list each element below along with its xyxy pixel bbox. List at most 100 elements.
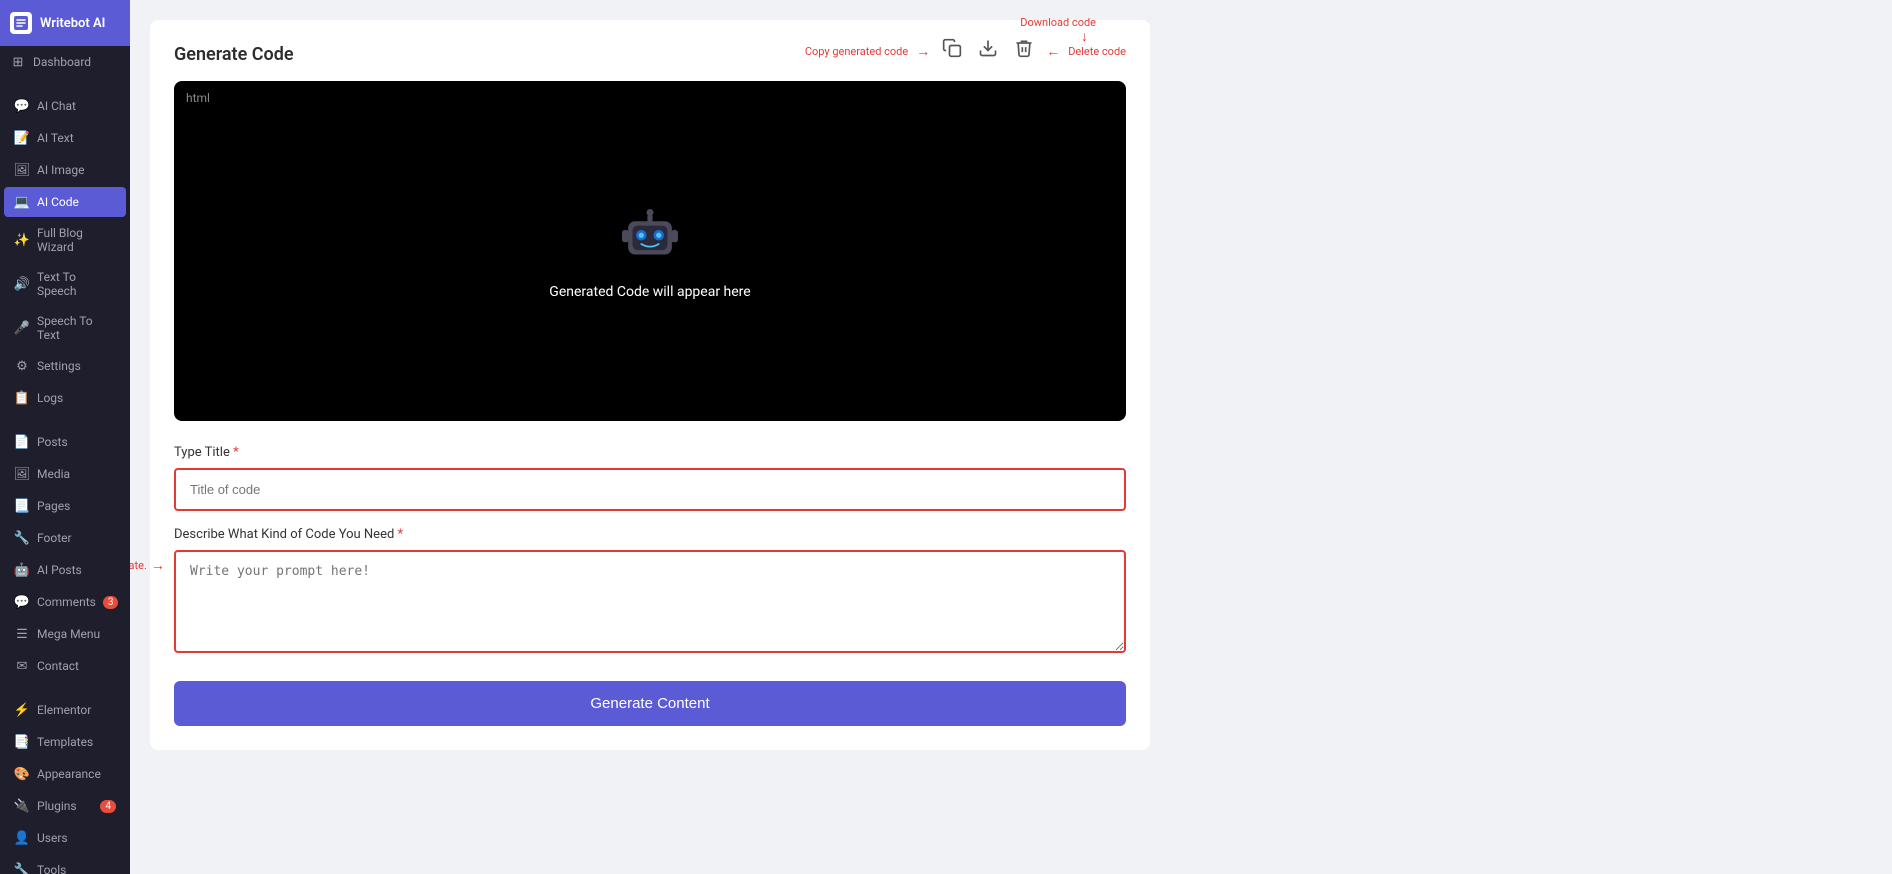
sidebar-item-elementor[interactable]: ⚡ Elementor <box>4 695 126 725</box>
sidebar-item-label: Users <box>37 831 68 845</box>
media-icon: 🖼 <box>14 466 30 482</box>
footer-icon: 🔧 <box>14 530 30 546</box>
sidebar-item-label: AI Posts <box>37 563 82 577</box>
description-label: Describe What Kind of Code You Need * <box>174 527 1126 542</box>
sidebar-item-label: Contact <box>37 659 79 673</box>
sidebar-item-comments[interactable]: 💬 Comments 3 <box>4 587 126 617</box>
page-container: Generate Code Download code ↓ Copy gener… <box>150 20 1150 750</box>
copy-code-button[interactable] <box>938 36 966 66</box>
sidebar-item-ai-code[interactable]: 💻 AI Code <box>4 187 126 217</box>
download-code-button[interactable] <box>974 36 1002 66</box>
sidebar-item-label: AI Image <box>37 163 84 177</box>
comments-icon: 💬 <box>14 594 30 610</box>
sidebar-item-label: Pages <box>37 499 70 513</box>
sidebar-item-label: Settings <box>37 359 81 373</box>
sidebar-item-speech-to-text[interactable]: 🎤 Speech To Text <box>4 307 126 349</box>
sidebar-item-plugins[interactable]: 🔌 Plugins 4 <box>4 791 126 821</box>
sidebar-item-label: Text To Speech <box>37 270 116 298</box>
code-placeholder-text: Generated Code will appear here <box>549 284 750 300</box>
sidebar-item-media[interactable]: 🖼 Media <box>4 459 126 489</box>
sidebar-item-logs[interactable]: 📋 Logs <box>4 383 126 413</box>
brand-name: Writebot AI <box>40 16 105 31</box>
stt-icon: 🎤 <box>14 320 30 336</box>
sidebar-item-label: Tools <box>37 863 66 874</box>
sidebar-brand[interactable]: Writebot AI <box>0 0 130 46</box>
main-content: Generate Code Download code ↓ Copy gener… <box>130 0 1892 874</box>
sidebar-item-appearance[interactable]: 🎨 Appearance <box>4 759 126 789</box>
title-label: Type Title * <box>174 445 1126 460</box>
sidebar-item-label: AI Chat <box>37 99 76 113</box>
sidebar-item-label: Footer <box>37 531 72 545</box>
sidebar-item-settings[interactable]: ⚙ Settings <box>4 351 126 381</box>
sidebar-item-templates[interactable]: 📑 Templates <box>4 727 126 757</box>
plugins-badge: 4 <box>100 800 116 813</box>
title-form-group: Type Title * <box>174 445 1126 511</box>
sidebar-item-ai-posts[interactable]: 🤖 AI Posts <box>4 555 126 585</box>
code-lang-label: html <box>186 91 210 105</box>
sidebar: Writebot AI ⊞ Dashboard 💬 AI Chat 📝 AI T… <box>0 0 130 874</box>
sidebar-item-full-blog-wizard[interactable]: ✨ Full Blog Wizard <box>4 219 126 261</box>
sidebar-item-label: AI Text <box>37 131 74 145</box>
ai-posts-icon: 🤖 <box>14 562 30 578</box>
sidebar-item-posts[interactable]: 📄 Posts <box>4 427 126 457</box>
sidebar-item-footer[interactable]: 🔧 Footer <box>4 523 126 553</box>
brand-icon <box>10 12 32 34</box>
sidebar-item-label: Appearance <box>37 767 101 781</box>
pages-icon: 📃 <box>14 498 30 514</box>
copy-annotation-label: Copy generated code <box>805 45 908 58</box>
ai-code-icon: 💻 <box>14 194 30 210</box>
sidebar-item-users[interactable]: 👤 Users <box>4 823 126 853</box>
delete-code-button[interactable] <box>1010 36 1038 66</box>
generate-button[interactable]: Generate Content <box>174 681 1126 726</box>
contact-icon: ✉ <box>14 658 30 674</box>
sidebar-item-ai-image[interactable]: 🖼 AI Image <box>4 155 126 185</box>
sidebar-item-pages[interactable]: 📃 Pages <box>4 491 126 521</box>
description-textarea[interactable] <box>174 550 1126 653</box>
required-star-2: * <box>398 527 404 542</box>
ai-image-icon: 🖼 <box>14 162 30 178</box>
sidebar-item-mega-menu[interactable]: ☰ Mega Menu <box>4 619 126 649</box>
form-section: Code Title → Type Title * Prompt, what y… <box>174 445 1126 726</box>
posts-icon: 📄 <box>14 434 30 450</box>
description-form-group: Describe What Kind of Code You Need * <box>174 527 1126 657</box>
sidebar-item-text-to-speech[interactable]: 🔊 Text To Speech <box>4 263 126 305</box>
appearance-icon: 🎨 <box>14 766 30 782</box>
dashboard-icon: ⊞ <box>10 54 26 70</box>
sidebar-item-label: AI Code <box>37 195 79 209</box>
templates-icon: 📑 <box>14 734 30 750</box>
sidebar-item-label: Speech To Text <box>37 314 116 342</box>
elementor-icon: ⚡ <box>14 702 30 718</box>
prompt-annotation: Prompt, what you want to generate. → <box>130 557 165 574</box>
sidebar-item-label: Full Blog Wizard <box>37 226 116 254</box>
code-output-area: html <box>174 81 1126 421</box>
delete-annotation-label: Delete code <box>1068 45 1126 58</box>
comments-badge: 3 <box>103 596 119 609</box>
title-input[interactable] <box>174 468 1126 511</box>
users-icon: 👤 <box>14 830 30 846</box>
sidebar-item-label: Mega Menu <box>37 627 100 641</box>
sidebar-item-contact[interactable]: ✉ Contact <box>4 651 126 681</box>
sidebar-item-label: Templates <box>37 735 93 749</box>
prompt-annotation-label: Prompt, what you want to generate. <box>130 559 147 572</box>
required-star: * <box>233 445 239 460</box>
sidebar-item-label: Logs <box>37 391 63 405</box>
ai-chat-icon: 💬 <box>14 98 30 114</box>
sidebar-item-tools[interactable]: 🔧 Tools <box>4 855 126 874</box>
sidebar-item-label: Comments <box>37 595 96 609</box>
sidebar-item-label: Posts <box>37 435 68 449</box>
ai-text-icon: 📝 <box>14 130 30 146</box>
sidebar-item-label: Media <box>37 467 70 481</box>
tools-icon: 🔧 <box>14 862 30 874</box>
sidebar-item-label: Plugins <box>37 799 77 813</box>
tts-icon: 🔊 <box>14 276 30 292</box>
logs-icon: 📋 <box>14 390 30 406</box>
settings-icon: ⚙ <box>14 358 30 374</box>
sidebar-item-label: Dashboard <box>33 55 91 69</box>
sidebar-item-label: Elementor <box>37 703 91 717</box>
sidebar-item-dashboard-top[interactable]: ⊞ Dashboard <box>0 46 130 78</box>
code-placeholder: Generated Code will appear here <box>549 202 750 300</box>
full-blog-icon: ✨ <box>14 232 30 248</box>
sidebar-item-ai-chat[interactable]: 💬 AI Chat <box>4 91 126 121</box>
plugins-icon: 🔌 <box>14 798 30 814</box>
sidebar-item-ai-text[interactable]: 📝 AI Text <box>4 123 126 153</box>
